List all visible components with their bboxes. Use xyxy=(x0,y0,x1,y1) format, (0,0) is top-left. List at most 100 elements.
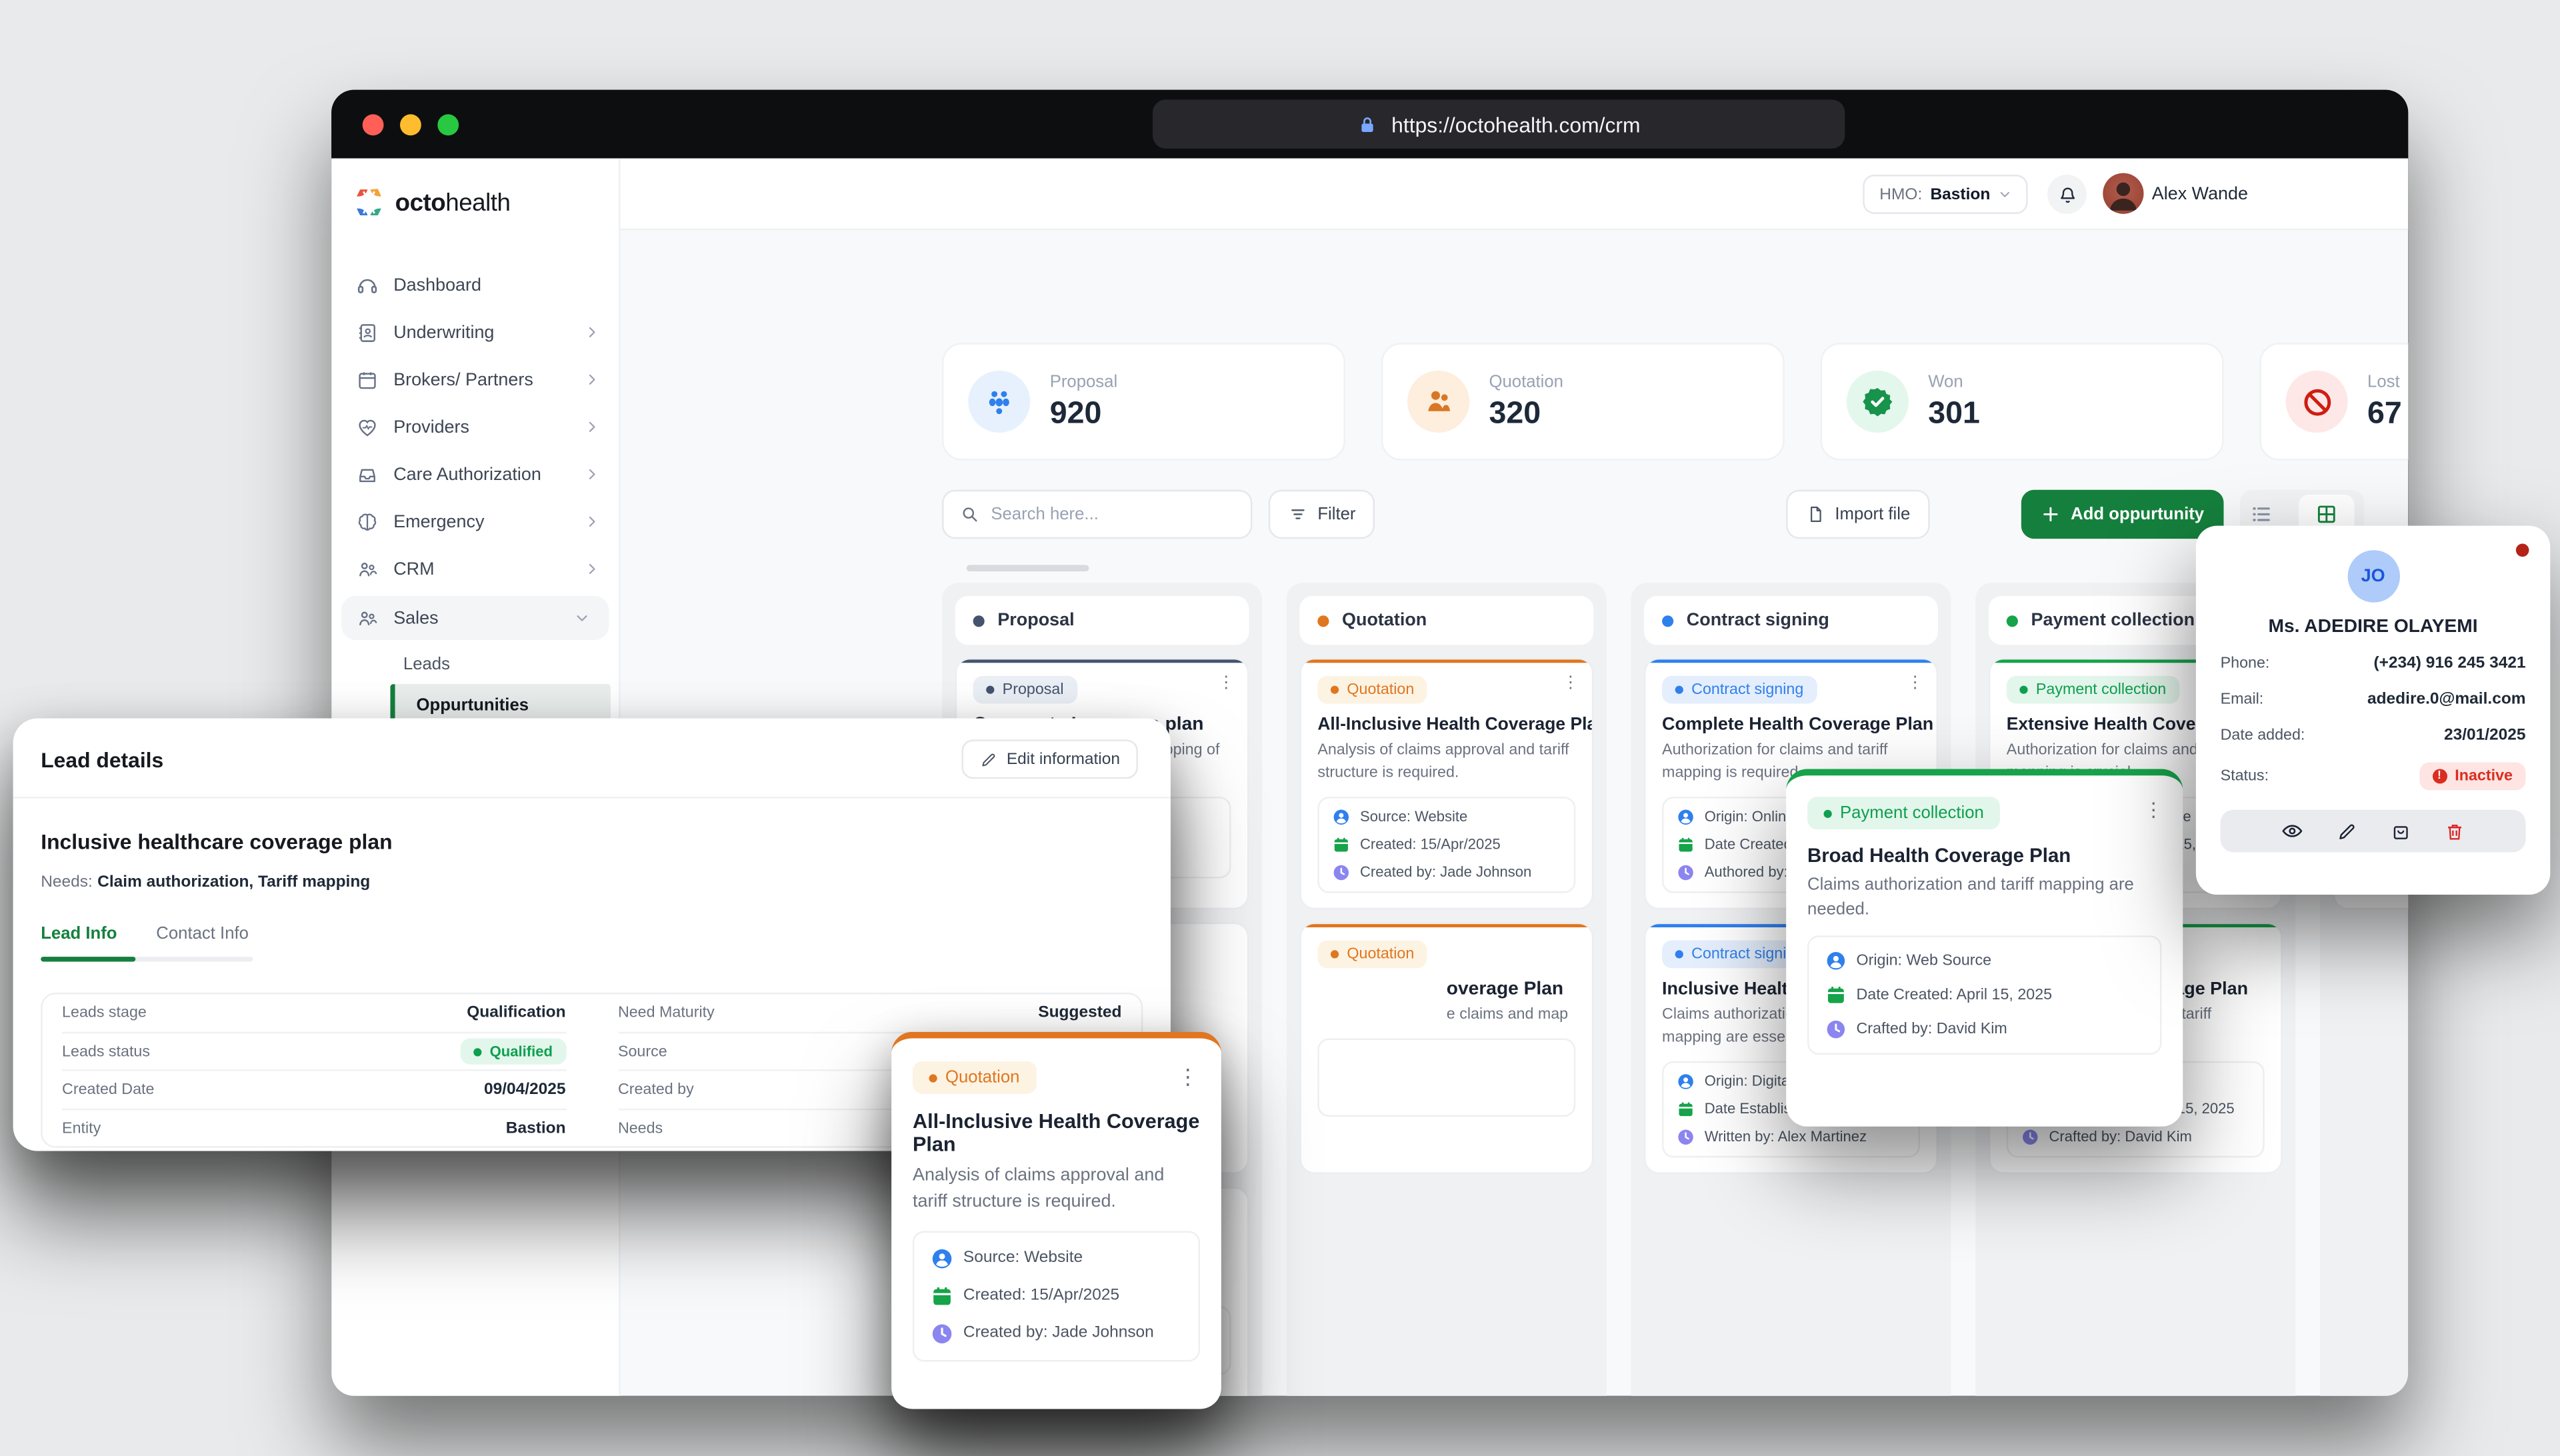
card-description-fragment: e claims and map xyxy=(1447,1004,1575,1027)
stat-card-quotation: Quotation 320 xyxy=(1381,343,1785,460)
card-info-row: Created by: Jade Johnson xyxy=(1332,863,1561,881)
card-description: Analysis of claims approval and tariff s… xyxy=(1317,739,1575,784)
list-view-icon[interactable] xyxy=(2250,503,2273,525)
column-quotation: Quotation ⋮ Quotation All-Inclusive Heal… xyxy=(1287,583,1607,1396)
quotation-card-popup: ⋮ Quotation All-Inclusive Health Coverag… xyxy=(891,1032,1221,1409)
hmo-select[interactable]: HMO: Bastion xyxy=(1863,175,2028,214)
search-icon xyxy=(960,505,979,524)
chevron-down-icon xyxy=(575,611,589,625)
inactive-dot-icon xyxy=(2516,544,2529,557)
clock-icon xyxy=(1677,1127,1695,1145)
column-header[interactable]: Quotation xyxy=(1299,596,1593,645)
card-title: All-Inclusive Health Coverage Plan xyxy=(913,1110,1200,1156)
stat-card-lost: Lost 67 xyxy=(2259,343,2408,460)
sidebar-item-brokers-partners[interactable]: Brokers/ Partners xyxy=(331,356,619,403)
filter-icon xyxy=(1288,505,1307,524)
card-info-box: Source: Website Created: 15/Apr/2025 Cre… xyxy=(913,1231,1200,1361)
contact-book-icon xyxy=(356,321,379,343)
sidebar-item-dashboard[interactable]: Dashboard xyxy=(331,261,619,309)
user-name: Alex Wande xyxy=(2152,185,2389,204)
stat-value: 320 xyxy=(1489,396,1563,432)
card-info-row: Source: Website xyxy=(931,1247,1182,1270)
clock-icon xyxy=(1332,863,1350,881)
lock-icon xyxy=(1357,113,1379,135)
user-avatar[interactable] xyxy=(2103,173,2143,214)
pencil-icon[interactable] xyxy=(2336,821,2357,842)
status-badge: Quotation xyxy=(1317,676,1427,704)
add-opportunity-button[interactable]: Add oppurtunity xyxy=(2022,490,2224,539)
trash-icon[interactable] xyxy=(2444,821,2465,842)
status-badge: Payment collection xyxy=(1807,797,2000,829)
status-badge: ! Inactive xyxy=(2419,763,2525,791)
kebab-menu-icon[interactable]: ⋮ xyxy=(1177,1065,1199,1091)
sidebar-item-leads[interactable]: Leads xyxy=(331,643,619,684)
chevron-right-icon xyxy=(585,419,599,434)
eye-icon[interactable] xyxy=(2281,819,2303,842)
calendar-icon xyxy=(1332,835,1350,853)
contact-actions xyxy=(2221,810,2526,853)
origin-icon xyxy=(1332,807,1350,825)
search-box xyxy=(942,490,1252,539)
stat-card-won: Won 301 xyxy=(1821,343,2224,460)
card-title: Complete Health Coverage Plan xyxy=(1662,715,1920,735)
kebab-menu-icon[interactable]: ⋮ xyxy=(1563,674,1579,692)
bag-icon[interactable] xyxy=(2390,821,2411,842)
kebab-menu-icon[interactable]: ⋮ xyxy=(1907,674,1923,692)
kanban-card[interactable]: ⋮ Quotation All-Inclusive Health Coverag… xyxy=(1299,658,1593,909)
import-file-button[interactable]: Import file xyxy=(1786,490,1930,539)
sidebar-item-crm[interactable]: CRM xyxy=(331,545,619,593)
alert-icon: ! xyxy=(2432,769,2447,783)
url-bar[interactable]: https://octohealth.com/crm xyxy=(1153,99,1845,148)
sidebar-item-sales[interactable]: Sales xyxy=(341,596,609,640)
column-dot-icon xyxy=(1662,615,1673,626)
field-row: Need Maturity Suggested xyxy=(618,994,1122,1033)
origin-icon xyxy=(1677,1072,1695,1090)
chevron-right-icon xyxy=(585,514,599,529)
browser-chrome: https://octohealth.com/crm xyxy=(331,90,2408,159)
octohealth-logo-icon xyxy=(353,186,385,219)
users-icon xyxy=(356,557,379,580)
card-info-row: Origin: Web Source xyxy=(1825,951,2144,972)
notifications-button[interactable] xyxy=(2047,175,2087,214)
lead-details-header: Lead details Edit information xyxy=(13,719,1171,799)
sidebar-item-underwriting[interactable]: Underwriting xyxy=(331,309,619,356)
column-dot-icon xyxy=(973,615,985,626)
card-info-row: Crafted by: David Kim xyxy=(1825,1019,2144,1041)
card-title-fragment: overage Plan xyxy=(1447,979,1575,999)
search-input[interactable] xyxy=(991,505,1234,524)
kebab-menu-icon[interactable]: ⋮ xyxy=(1218,674,1234,692)
column-header[interactable]: Proposal xyxy=(955,596,1249,645)
status-badge: Contract signing xyxy=(1662,676,1817,704)
won-stat-icon xyxy=(1847,371,1909,433)
card-info-box: Origin: Web Source Date Created: April 1… xyxy=(1807,936,2161,1055)
maximize-window-icon[interactable] xyxy=(437,114,459,135)
column-header[interactable]: Contract signing xyxy=(1644,596,1938,645)
contact-card-popup: JO Ms. ADEDIRE OLAYEMI Phone: (+234) 916… xyxy=(2196,526,2550,895)
contact-row-phone: Phone: (+234) 916 245 3421 xyxy=(2221,655,2526,673)
lost-stat-icon xyxy=(2286,371,2348,433)
chevron-right-icon xyxy=(585,325,599,339)
edit-information-button[interactable]: Edit information xyxy=(961,739,1138,779)
calendar-icon xyxy=(1825,985,1847,1007)
stat-value: 301 xyxy=(1928,396,1980,432)
kanban-card[interactable]: Quotation overage Plan e claims and map xyxy=(1299,923,1593,1174)
filter-button[interactable]: Filter xyxy=(1269,490,1375,539)
tab-lead-info[interactable]: Lead Info xyxy=(41,924,117,943)
kebab-menu-icon[interactable]: ⋮ xyxy=(2144,799,2163,821)
lead-fields-left: Leads stage Qualification Leads status Q… xyxy=(43,994,585,1146)
origin-icon xyxy=(931,1247,953,1270)
tab-contact-info[interactable]: Contact Info xyxy=(156,924,249,943)
top-bar: HMO: Bastion Alex Wande xyxy=(621,159,2409,231)
close-window-icon[interactable] xyxy=(363,114,384,135)
desktop-canvas: https://octohealth.com/crm octohealth Da… xyxy=(0,0,2560,1456)
sidebar-item-care-authorization[interactable]: Care Authorization xyxy=(331,451,619,498)
board-scrollbar[interactable] xyxy=(967,565,1089,571)
lead-plan-title: Inclusive healthcare coverage plan xyxy=(41,829,1171,854)
card-info-row: Written by: Alex Martinez xyxy=(1677,1127,1905,1145)
card-title: Broad Health Coverage Plan xyxy=(1807,844,2161,867)
card-description: Claims authorization and tariff mapping … xyxy=(1807,873,2161,923)
sidebar-item-emergency[interactable]: Emergency xyxy=(331,498,619,545)
sidebar-item-providers[interactable]: Providers xyxy=(331,403,619,451)
minimize-window-icon[interactable] xyxy=(400,114,421,135)
clock-icon xyxy=(931,1322,953,1345)
